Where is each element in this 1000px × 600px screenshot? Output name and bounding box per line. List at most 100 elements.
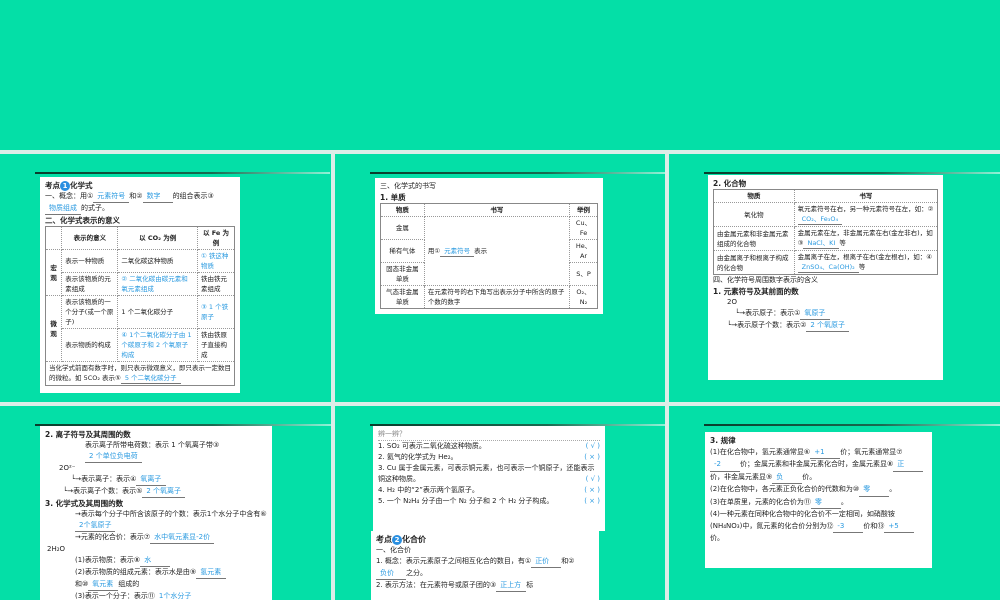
answer-text: 氧原子	[800, 308, 831, 320]
answer-text: 正价	[531, 556, 562, 568]
text: 金属离子在左，根离子在右(金左根右)，如：④	[797, 253, 933, 261]
table-row: 气态非金属单质 在元素符号的右下角写出表示分子中所含的原子个数的数字 O₂、N₂	[380, 285, 598, 309]
branch-line: └→表示离子：表示④ 氧离子	[45, 474, 267, 486]
rule-3: (3)在单质里，元素的化合价为⑪ 零。	[710, 497, 927, 509]
meaning-line: (3)表示一个分子：表示⑪ 1个水分子	[45, 591, 267, 600]
table-row: 由金属离子和根离子构成的化合物 金属离子在左，根离子在右(金左根右)，如：④ZnS…	[713, 250, 939, 275]
slide-thumbnail-6[interactable]: 3. 规律 (1)在化合物中，氢元素通常显⑥ +1 价；氧元素通常显⑦ -2 价；金属元…	[669, 406, 1000, 600]
text: 表示该物质的一个分子(或一个原子)	[61, 295, 119, 329]
text: 宏观	[44, 249, 63, 296]
table-row: 由金属元素和非金属元素组成的化合物 金属元素在左，非金属元素在右(金左非右)，如③…	[713, 226, 939, 251]
answer-text: 1个水分子	[155, 591, 195, 600]
text: 1. 概念：表示元素原子之间相互化合的数目，有①	[376, 557, 532, 565]
subheading: 四、化学符号周围数字表示的含义	[713, 276, 818, 284]
subheading: 2. 化合物	[713, 179, 747, 188]
slide-thumbnail-1[interactable]: 考点 1 化学式 一、概念：用① 元素符号 和② 数字 的组合表示③ 物质组成 的式子。 二、化…	[0, 154, 331, 402]
text: 的式子。	[81, 204, 109, 212]
text: 1. SO₂ 可表示二氧化硫这种物质。	[378, 442, 486, 450]
answer-text: 水中氧元素显-2价	[150, 532, 215, 544]
formula: 2O²⁻	[59, 464, 76, 472]
answer-text: 2个氢原子	[75, 520, 116, 532]
text: 5. 一个 N₂H₄ 分子由一个 N₂ 分子和 2 个 H₂ 分子构成。	[378, 497, 554, 505]
text: 化学式	[70, 181, 93, 190]
number-badge: 1	[60, 181, 70, 191]
text: 书写	[793, 189, 939, 203]
subheading: 3. 规律	[710, 436, 736, 445]
slide-content: 三、化学式的书写 1. 单质 物质 书写 举例 金属 用① 元素符号 表示 Cu、Fe 稀有…	[375, 178, 603, 314]
text: 铁由铁原子直接构成	[197, 328, 235, 362]
text: 书写	[423, 203, 571, 217]
text: ( × )	[584, 486, 600, 494]
subheading: 1. 单质	[380, 193, 406, 202]
text: 价和⑬	[863, 521, 885, 530]
text: 考点	[45, 181, 60, 190]
slide-thumbnail-5[interactable]: 辨一辨？ ( √ ) 1. SO₂ 可表示二氧化硫这种物质。 ( × ) 2. 氦气…	[335, 406, 665, 600]
table-cell: 用① 元素符号 表示	[423, 216, 571, 286]
answer-text: 氢元素	[196, 567, 227, 579]
slide-header-line	[704, 172, 1000, 174]
answer-text: CO₂、Fe₃O₄	[797, 214, 843, 225]
answer-text: 2 个单位负电荷	[85, 451, 142, 463]
table-cell: 金属离子在左，根离子在右(金左根右)，如：④ZnSO₄、Ca(OH)₂ 等	[793, 250, 939, 275]
text: 等	[858, 263, 866, 271]
quiz-item: ( √ ) 1. SO₂ 可表示二氧化硫这种物质。	[378, 441, 600, 452]
slide-content: 3. 规律 (1)在化合物中，氢元素通常显⑥ +1 价；氧元素通常显⑦ -2 价；金属元…	[705, 432, 932, 568]
table-cell: 当化学式前面有数字时，则只表示微观意义，即只表示一定数目的微粒。如 5CO₂ 表…	[45, 361, 235, 386]
element-table: 物质 书写 举例 金属 用① 元素符号 表示 Cu、Fe 稀有气体 He、Ar 固态非金属单质…	[380, 203, 598, 309]
text: 标	[526, 581, 534, 589]
quiz-item: 3. Cu 属于金属元素，可表示铜元素，也可表示一个铜原子，还能表示铜这种物质。…	[378, 463, 600, 485]
table-row: 表示的意义以 CO₂ 为例以 Fe 为例	[44, 226, 235, 250]
text: 化合价	[402, 535, 426, 544]
text: (1)表示物质：表示⑧	[75, 556, 141, 564]
text: ④ 1个二氧化碳分子由 1 个碳原子和 2 个氧原子构成	[117, 328, 199, 362]
concept-line: 2. 表示方法：在元素符号或原子团的③ 正上方标	[376, 580, 594, 592]
meaning-line: (1)表示物质：表示⑧ 水	[45, 555, 267, 567]
table-row: 金属 用① 元素符号 表示 Cu、Fe	[380, 216, 598, 286]
formula: 2O	[727, 298, 737, 306]
text: (2)表示物质的组成元素：表示水是由⑨	[75, 568, 197, 576]
answer-text: 正上方	[496, 580, 527, 592]
text: 表示的意义	[61, 226, 119, 250]
text: ( × )	[584, 497, 600, 505]
text: 表示一种物质	[61, 249, 119, 273]
branch-line: └→表示离子个数：表示⑤ 2 个氧离子	[45, 486, 267, 498]
meaning-line: 和⑩ 氧元素 组成的	[45, 579, 267, 591]
number-badge: 2	[392, 535, 402, 545]
quiz-item: 5. 一个 N₂H₄ 分子由一个 N₂ 分子和 2 个 H₂ 分子构成。 ( × …	[378, 496, 600, 507]
text: 组成的	[118, 580, 140, 588]
slide-header-line	[35, 172, 330, 174]
answer-text: 水	[140, 555, 171, 567]
text: 金属	[380, 216, 425, 240]
answer-text: 正	[893, 459, 924, 472]
text: 表示离子所带电荷数：表示 1 个氧离子带③	[85, 441, 220, 449]
text: 价；氧元素通常显⑦	[840, 447, 903, 456]
text: (3)表示一个分子：表示⑪	[75, 592, 155, 600]
text: 3. Cu 属于金属元素，可表示铜元素，也可表示一个铜原子，还能表示铜这种物质。	[378, 464, 595, 483]
slide-content: 辨一辨？ ( √ ) 1. SO₂ 可表示二氧化硫这种物质。 ( × ) 2. 氦气…	[373, 426, 605, 531]
slide-thumbnail-2[interactable]: 三、化学式的书写 1. 单质 物质 书写 举例 金属 用① 元素符号 表示 Cu、Fe 稀有…	[335, 154, 665, 402]
text: 表示物质的构成	[61, 328, 119, 362]
text: 价。	[802, 472, 817, 481]
text: 氧元素符号在右，另一种元素符号在左，如：②	[797, 205, 934, 213]
text: 氧化物	[713, 202, 795, 227]
slide-thumbnail-4[interactable]: 2. 离子符号及其周围的数 表示离子所带电荷数：表示 1 个氧离子带③ 2 个单位…	[0, 406, 331, 600]
table-row: 当化学式前面有数字时，则只表示微观意义，即只表示一定数目的微粒。如 5CO₂ 表…	[45, 361, 235, 386]
text: 微观	[44, 295, 63, 362]
text: 1 个二氧化碳分子	[117, 295, 199, 329]
subheading: 二、化学式表示的意义	[45, 216, 120, 225]
text: 价，非金属元素显⑨	[710, 472, 773, 481]
table-row: 表示该物质的元素组成 ② 二氧化碳由碳元素和氧元素组成 铁由铁元素组成	[46, 272, 235, 296]
branch-line: →表示每个分子中所含该原子的个数：表示1个水分子中含有⑥2个氢原子	[45, 509, 267, 532]
text: 等	[839, 239, 846, 247]
text: 在元素符号的右下角写出表示分子中所含的原子个数的数字	[423, 285, 571, 309]
answer-text: 物质组成	[45, 203, 81, 215]
slide-thumbnail-3[interactable]: 2. 化合物 物质 书写 氧化物 氧元素符号在右，另一种元素符号在左，如：②CO₂、…	[669, 154, 1000, 402]
text: 一、概念：用①	[45, 192, 94, 200]
text: 表示原子个数：表示②	[737, 321, 807, 329]
slide-header-line	[370, 172, 665, 174]
answer-text: +1	[810, 447, 841, 459]
text: 2. 氦气的化学式为 He₂。	[378, 453, 458, 461]
text: 和⑩	[75, 580, 89, 588]
branch-line: └→表示原子个数：表示② 2 个氧原子	[713, 320, 938, 332]
text: S、P	[569, 262, 598, 286]
